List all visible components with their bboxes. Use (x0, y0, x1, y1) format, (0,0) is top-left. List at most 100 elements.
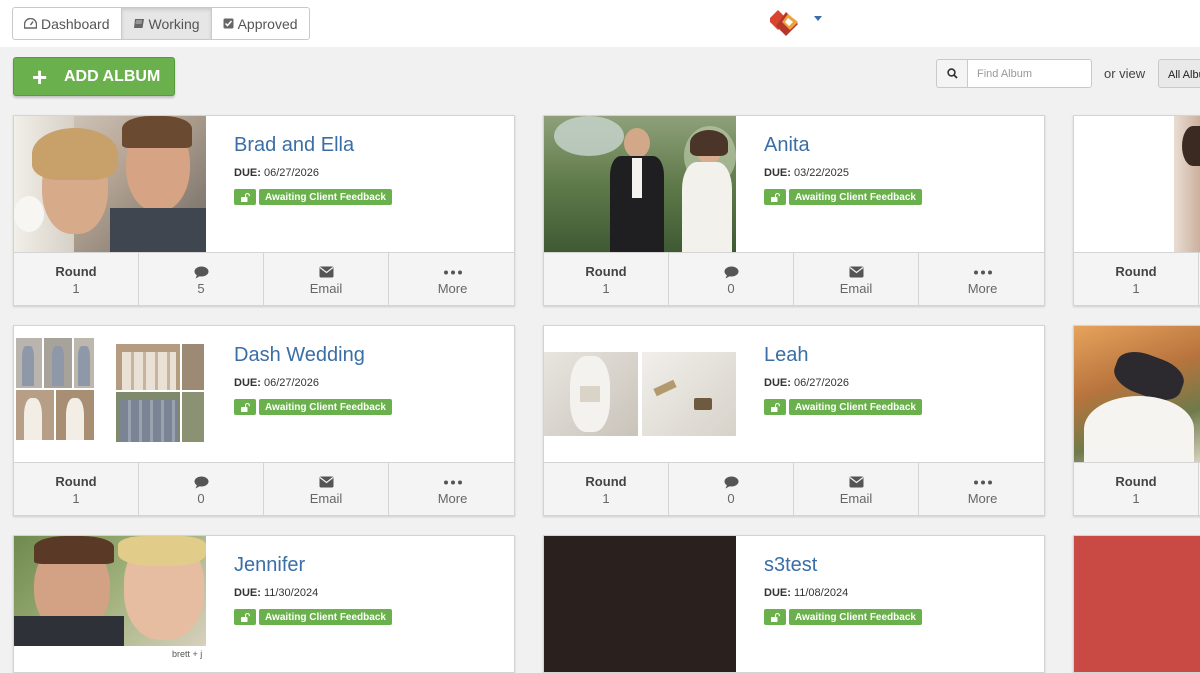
ellipsis-icon (443, 474, 463, 490)
album-thumbnail[interactable] (1074, 116, 1200, 252)
album-card: Leah DUE: 06/27/2026 Awaiting Client Fee… (543, 325, 1045, 516)
brand-logo-icon[interactable] (768, 6, 804, 38)
envelope-icon (849, 264, 864, 280)
more-button[interactable]: More (389, 253, 514, 305)
search-button[interactable] (936, 59, 967, 88)
album-card: Brad and Ella DUE: 06/27/2026 Awaiting C… (13, 115, 515, 306)
tab-approved[interactable]: Approved (212, 8, 309, 39)
album-actions: Round 1 0 Email More (544, 462, 1044, 515)
album-actions: Round 1 0 Email More (544, 252, 1044, 305)
album-search (936, 59, 1092, 88)
album-thumbnail[interactable] (14, 116, 206, 252)
album-thumbnail[interactable] (1074, 326, 1200, 462)
top-bar: Dashboard Working Approved (0, 0, 1200, 47)
album-badges: Awaiting Client Feedback (764, 609, 922, 625)
album-due-date: DUE: 06/27/2026 (234, 377, 320, 389)
album-due-date: DUE: 03/22/2025 (764, 167, 850, 179)
status-badge: Awaiting Client Feedback (259, 399, 392, 415)
album-info: Anita DUE: 03/22/2025 Awaiting Client Fe… (764, 134, 922, 205)
round-stat[interactable]: Round 1 (1074, 463, 1199, 515)
album-card: s3test DUE: 11/08/2024 Awaiting Client F… (543, 535, 1045, 673)
album-title[interactable]: Jennifer (234, 554, 392, 577)
more-button[interactable]: More (919, 253, 1044, 305)
album-badges: Awaiting Client Feedback (764, 189, 922, 205)
album-thumbnail[interactable]: brett + j (14, 536, 206, 672)
more-button[interactable]: More (389, 463, 514, 515)
album-title[interactable]: Anita (764, 134, 922, 157)
chevron-down-icon[interactable] (814, 16, 822, 21)
album-card: Anita DUE: 03/22/2025 Awaiting Client Fe… (543, 115, 1045, 306)
more-button[interactable]: More (919, 463, 1044, 515)
envelope-icon (319, 264, 334, 280)
album-thumbnail[interactable] (544, 116, 736, 252)
comment-icon (724, 474, 739, 490)
round-stat[interactable]: Round 1 (544, 463, 669, 515)
album-card (1073, 535, 1200, 673)
album-info: Jennifer DUE: 11/30/2024 Awaiting Client… (234, 554, 392, 625)
find-album-input[interactable] (967, 59, 1092, 88)
tab-dashboard-label: Dashboard (41, 15, 110, 32)
album-due-date: DUE: 06/27/2026 (764, 377, 850, 389)
unlock-icon (764, 609, 786, 625)
thumbnail-caption: brett + j (172, 649, 203, 659)
round-stat[interactable]: Round 1 (544, 253, 669, 305)
album-due-date: DUE: 11/30/2024 (234, 587, 319, 599)
album-info: s3test DUE: 11/08/2024 Awaiting Client F… (764, 554, 922, 625)
comments-button[interactable]: 0 (669, 463, 794, 515)
email-button[interactable]: Email (794, 463, 919, 515)
album-card: Round 1 (1073, 115, 1200, 306)
album-thumbnail[interactable] (544, 326, 736, 462)
add-album-button[interactable]: + ADD ALBUM (13, 57, 175, 96)
album-badges: Awaiting Client Feedback (764, 399, 922, 415)
email-button[interactable]: Email (264, 463, 389, 515)
envelope-icon (319, 474, 334, 490)
album-thumbnail[interactable] (14, 326, 206, 462)
album-info: Leah DUE: 06/27/2026 Awaiting Client Fee… (764, 344, 922, 415)
envelope-icon (849, 474, 864, 490)
album-badges: Awaiting Client Feedback (234, 189, 392, 205)
email-button[interactable]: Email (794, 253, 919, 305)
album-title[interactable]: s3test (764, 554, 922, 577)
tab-dashboard[interactable]: Dashboard (13, 8, 122, 39)
album-title[interactable]: Leah (764, 344, 922, 367)
tab-working[interactable]: Working (121, 8, 212, 39)
ellipsis-icon (973, 264, 993, 280)
comments-button[interactable]: 0 (669, 253, 794, 305)
album-card: Round 1 (1073, 325, 1200, 516)
album-actions: Round 1 5 Email More (14, 252, 514, 305)
round-stat[interactable]: Round 1 (1074, 253, 1199, 305)
unlock-icon (764, 399, 786, 415)
plus-icon: + (32, 61, 48, 92)
comment-icon (194, 474, 209, 490)
round-stat[interactable]: Round 1 (14, 253, 139, 305)
album-thumbnail[interactable] (1074, 536, 1200, 672)
album-info: Brad and Ella DUE: 06/27/2026 Awaiting C… (234, 134, 392, 205)
album-due-date: DUE: 06/27/2026 (234, 167, 320, 179)
album-card: brett + j Jennifer DUE: 11/30/2024 Await… (13, 535, 515, 673)
email-button[interactable]: Email (264, 253, 389, 305)
comment-icon (724, 264, 739, 280)
album-due-date: DUE: 11/08/2024 (764, 587, 849, 599)
album-actions: Round 1 (1074, 252, 1200, 305)
comments-button[interactable]: 5 (139, 253, 264, 305)
album-badges: Awaiting Client Feedback (234, 609, 392, 625)
view-filter-select[interactable]: All Albums (1158, 59, 1200, 88)
add-album-label: ADD ALBUM (64, 67, 161, 85)
status-badge: Awaiting Client Feedback (259, 189, 392, 205)
album-thumbnail[interactable] (544, 536, 736, 672)
nav-tab-group: Dashboard Working Approved (12, 7, 310, 40)
status-badge: Awaiting Client Feedback (789, 399, 922, 415)
album-title[interactable]: Dash Wedding (234, 344, 392, 367)
status-badge: Awaiting Client Feedback (259, 609, 392, 625)
round-stat[interactable]: Round 1 (14, 463, 139, 515)
or-view-label: or view (1104, 66, 1146, 81)
album-info: Dash Wedding DUE: 06/27/2026 Awaiting Cl… (234, 344, 392, 415)
album-actions: Round 1 0 Email More (14, 462, 514, 515)
comment-icon (194, 264, 209, 280)
album-title[interactable]: Brad and Ella (234, 134, 392, 157)
status-badge: Awaiting Client Feedback (789, 609, 922, 625)
comments-button[interactable]: 0 (139, 463, 264, 515)
ellipsis-icon (973, 474, 993, 490)
search-icon (946, 68, 958, 79)
book-icon (133, 19, 144, 28)
